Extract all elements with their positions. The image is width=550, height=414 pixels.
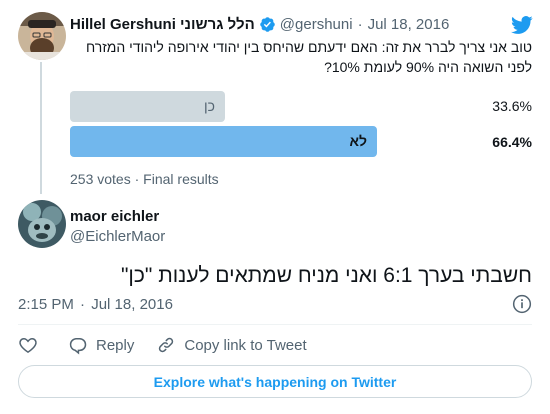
tweet-timestamp[interactable]: 2:15 PM · Jul 18, 2016 <box>18 296 173 313</box>
parent-author-name[interactable]: Hillel Gershuni הלל גרשוני <box>70 16 255 33</box>
tweet-time: 2:15 PM <box>18 296 74 313</box>
poll-option-percent: 66.4% <box>492 134 532 150</box>
poll-option-bar-yes: כן <box>70 91 225 122</box>
parent-tweet-date[interactable]: Jul 18, 2016 <box>368 16 450 33</box>
poll-meta: 253 votes · Final results <box>70 171 219 187</box>
header-separator: · <box>357 16 363 33</box>
link-icon <box>159 337 174 353</box>
twitter-bird-icon[interactable] <box>510 14 534 36</box>
reply-bubble-icon <box>69 338 87 355</box>
thread-connector-line <box>40 62 42 194</box>
copy-link-label: Copy link to Tweet <box>184 336 307 354</box>
poll-status: Final results <box>143 171 219 187</box>
reply-button[interactable]: Reply <box>68 335 134 355</box>
poll-option-bar-no: לא <box>70 126 377 157</box>
poll-option-label: לא <box>349 133 367 149</box>
reply-author-handle[interactable]: @EichlerMaor <box>70 228 165 245</box>
reply-tweet-text: חשבתי בערך 6:1 ואני מניח שמתאים לענות "כ… <box>120 264 532 287</box>
tweet-actions-bar: Reply Copy link to Tweet <box>18 334 329 356</box>
reply-author-avatar[interactable] <box>18 200 66 248</box>
info-icon[interactable] <box>512 294 532 314</box>
reply-author-name[interactable]: maor eichler <box>70 208 159 225</box>
copy-link-button[interactable]: Copy link to Tweet <box>156 335 307 355</box>
poll-option-percent: 33.6% <box>492 98 532 114</box>
poll-meta-separator: · <box>130 171 144 187</box>
tweet-date: Jul 18, 2016 <box>91 296 173 313</box>
explore-button[interactable]: Explore what's happening on Twitter <box>18 365 532 398</box>
poll-vote-count: 253 votes <box>70 171 131 187</box>
heart-icon <box>19 337 37 353</box>
poll-option-label: כן <box>204 98 215 114</box>
parent-tweet-text: טוב אני צריך לברר את זה: האם ידעתם שהיחס… <box>85 39 532 75</box>
timestamp-separator: · <box>80 296 86 313</box>
actions-divider <box>18 324 532 325</box>
parent-author-avatar[interactable] <box>18 12 66 60</box>
parent-tweet-header: Hillel Gershuni הלל גרשוני @gershuni · J… <box>70 16 449 33</box>
parent-author-handle[interactable]: @gershuni <box>280 16 353 33</box>
like-button[interactable] <box>18 335 38 355</box>
verified-badge-icon <box>260 17 275 32</box>
reply-label: Reply <box>96 336 135 354</box>
